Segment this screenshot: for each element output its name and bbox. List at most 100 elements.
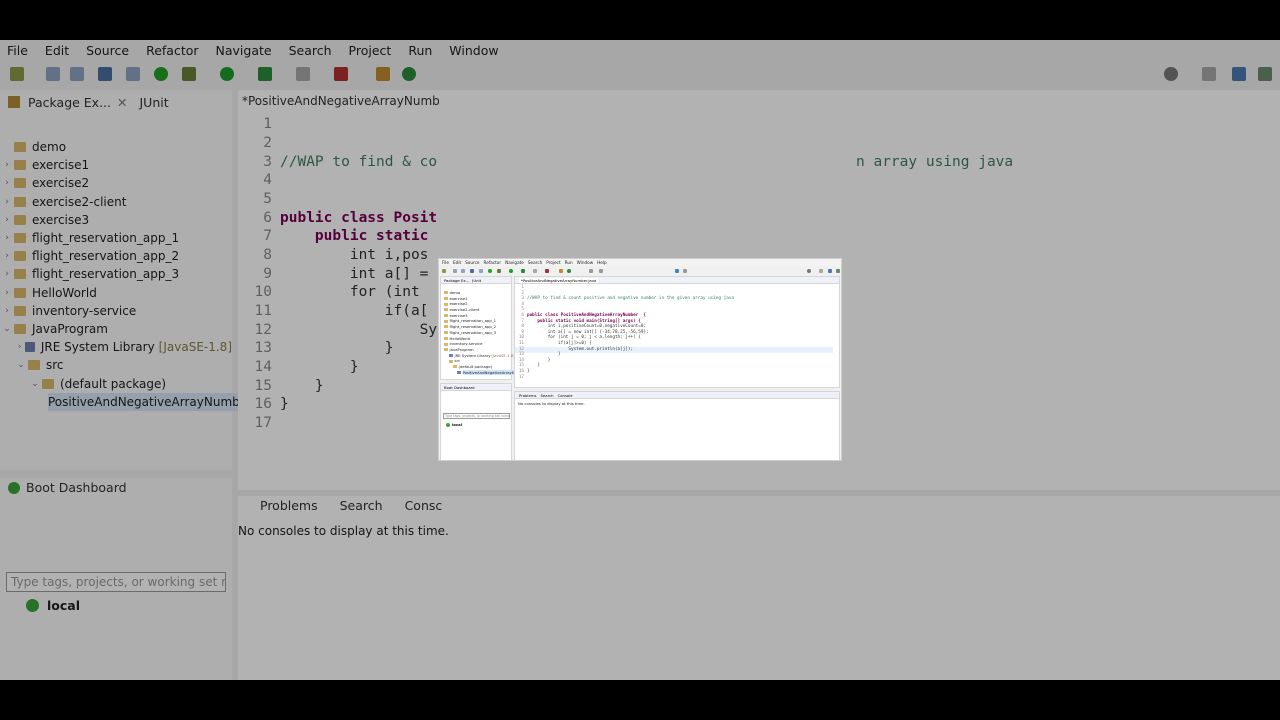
debug-icon[interactable] bbox=[182, 67, 196, 81]
tree-item[interactable]: › HelloWorld bbox=[0, 284, 232, 302]
perspective-icon[interactable] bbox=[1202, 67, 1216, 81]
boot-dashboard-tab[interactable]: Boot Dashboard bbox=[441, 384, 511, 391]
external-tools-icon[interactable] bbox=[334, 67, 348, 81]
tree-item[interactable]: ⌄ src bbox=[0, 356, 232, 374]
tab-package-explorer[interactable]: Package Ex... bbox=[444, 278, 469, 283]
tree-item[interactable]: ⌄ JavaProgram bbox=[0, 320, 232, 338]
bg-menu-search[interactable]: Search bbox=[289, 43, 332, 58]
boot-local-item[interactable]: local bbox=[446, 422, 462, 427]
tree-item[interactable]: › flight_reservation_app_1 bbox=[0, 229, 232, 247]
refresh-icon[interactable] bbox=[567, 269, 571, 273]
package-explorer-tabs: Package Ex... JUnit bbox=[441, 277, 511, 284]
debug-perspective-icon[interactable] bbox=[836, 269, 840, 273]
close-icon[interactable]: ✕ bbox=[117, 95, 127, 110]
menu-run[interactable]: Run bbox=[565, 260, 573, 265]
boot-icon[interactable] bbox=[488, 269, 492, 273]
save-icon[interactable] bbox=[453, 269, 457, 273]
search-icon[interactable] bbox=[807, 269, 811, 273]
bg-menu-file[interactable]: File bbox=[7, 43, 28, 58]
tab-junit[interactable]: JUnit bbox=[472, 278, 481, 283]
menu-edit[interactable]: Edit bbox=[453, 260, 461, 265]
new-icon[interactable] bbox=[10, 67, 24, 81]
bg-console-tabs: Problems Search Consc bbox=[238, 498, 442, 513]
run-icon[interactable] bbox=[220, 67, 234, 81]
save-all-icon[interactable] bbox=[461, 269, 465, 273]
bg-tab-console-partial[interactable]: Consc bbox=[405, 498, 443, 513]
refresh-icon[interactable] bbox=[402, 67, 416, 81]
bg-menu-edit[interactable]: Edit bbox=[45, 43, 69, 58]
tab-search[interactable]: Search bbox=[541, 393, 554, 398]
java-perspective-icon[interactable] bbox=[828, 269, 832, 273]
boot-filter-input[interactable]: Type tags, projects, or working set name… bbox=[443, 413, 510, 419]
coverage-icon[interactable] bbox=[521, 269, 525, 273]
bg-menu-source[interactable]: Source bbox=[86, 43, 129, 58]
java-perspective-icon[interactable] bbox=[1232, 67, 1246, 81]
tree-item[interactable]: › JRE System Library [JavaSE-1.8] bbox=[0, 338, 232, 356]
coverage-icon[interactable] bbox=[258, 67, 272, 81]
menu-help[interactable]: Help bbox=[597, 260, 607, 265]
menu-file[interactable]: File bbox=[442, 260, 449, 265]
tree-item[interactable]: PositiveAndNegativeArrayNumber.java bbox=[0, 392, 280, 411]
video-frame: File Edit Source Refactor Navigate Searc… bbox=[0, 0, 1280, 720]
nav-back-icon[interactable] bbox=[589, 269, 593, 273]
nav-forward-icon[interactable] bbox=[599, 269, 603, 273]
toggle-icon[interactable] bbox=[126, 67, 140, 81]
menu-navigate[interactable]: Navigate bbox=[505, 260, 524, 265]
bg-tab-junit[interactable]: JUnit bbox=[140, 95, 169, 110]
bg-tab-problems[interactable]: Problems bbox=[260, 498, 318, 513]
code-editor: *PositiveAndNegativeArrayNumber.java 1 2… bbox=[514, 276, 840, 388]
tree-item[interactable]: demo bbox=[0, 138, 232, 156]
search-icon[interactable] bbox=[1164, 67, 1178, 81]
boot-icon[interactable] bbox=[154, 67, 168, 81]
console-message: No consoles to display at this time. bbox=[518, 401, 585, 406]
menu-source[interactable]: Source bbox=[465, 260, 479, 265]
new-java-project-icon[interactable] bbox=[559, 269, 563, 273]
menu-window[interactable]: Window bbox=[577, 260, 594, 265]
toggle-icon[interactable] bbox=[479, 269, 483, 273]
pin-icon[interactable] bbox=[683, 269, 687, 273]
menu-refactor[interactable]: Refactor bbox=[484, 260, 502, 265]
debug-icon[interactable] bbox=[497, 269, 501, 273]
external-tools-icon[interactable] bbox=[545, 269, 549, 273]
bg-menu-navigate[interactable]: Navigate bbox=[216, 43, 272, 58]
editor-tab-file[interactable]: *PositiveAndNegativeArrayNumber.java bbox=[519, 277, 599, 283]
bg-tab-search[interactable]: Search bbox=[340, 498, 383, 513]
terminal-icon[interactable] bbox=[470, 269, 474, 273]
bg-menu-window[interactable]: Window bbox=[449, 43, 498, 58]
tree-item[interactable]: › flight_reservation_app_2 bbox=[0, 247, 232, 265]
perspective-icon[interactable] bbox=[819, 269, 823, 273]
tree-item[interactable]: › exercise1 bbox=[0, 156, 232, 174]
menubar: File Edit Source Refactor Navigate Searc… bbox=[439, 259, 841, 266]
run-icon[interactable] bbox=[509, 269, 513, 273]
tree-item[interactable]: ⌄ (default package) bbox=[0, 374, 232, 392]
menu-search[interactable]: Search bbox=[528, 260, 542, 265]
bg-project-tree: demo › exercise1 › exercise2 › exercise2-cl… bbox=[0, 138, 280, 411]
tab-problems[interactable]: Problems bbox=[519, 393, 537, 398]
debug-perspective-icon[interactable] bbox=[1258, 67, 1272, 81]
stop-icon[interactable] bbox=[533, 269, 537, 273]
bg-boot-local[interactable]: local bbox=[26, 598, 80, 613]
tab-console[interactable]: Console bbox=[558, 393, 573, 398]
tree-item[interactable]: › inventory-service bbox=[0, 302, 232, 320]
new-icon[interactable] bbox=[442, 269, 446, 273]
save-icon[interactable] bbox=[46, 67, 60, 81]
tree-item[interactable]: › flight_reservation_app_3 bbox=[0, 265, 232, 283]
bg-menu-project[interactable]: Project bbox=[349, 43, 392, 58]
stop-icon[interactable] bbox=[296, 67, 310, 81]
bg-tab-package-explorer[interactable]: Package Ex... bbox=[28, 95, 111, 110]
tree-item[interactable]: › exercise3 bbox=[0, 211, 232, 229]
highlight-icon[interactable] bbox=[675, 269, 679, 273]
tree-item[interactable]: › exercise2 bbox=[0, 174, 232, 192]
terminal-icon[interactable] bbox=[98, 67, 112, 81]
code-line: 17 bbox=[518, 374, 524, 380]
toolbar bbox=[439, 267, 841, 275]
tree-item[interactable]: › exercise2-client bbox=[0, 193, 232, 211]
bg-editor-tab[interactable]: *PositiveAndNegativeArrayNumb bbox=[242, 94, 440, 108]
bg-menu-refactor[interactable]: Refactor bbox=[146, 43, 198, 58]
bg-boot-filter-input[interactable]: Type tags, projects, or working set name bbox=[6, 572, 226, 592]
save-all-icon[interactable] bbox=[70, 67, 84, 81]
bg-boot-tab[interactable]: Boot Dashboard bbox=[8, 480, 127, 495]
bg-menu-run[interactable]: Run bbox=[408, 43, 432, 58]
menu-project[interactable]: Project bbox=[546, 260, 560, 265]
new-java-project-icon[interactable] bbox=[376, 67, 390, 81]
